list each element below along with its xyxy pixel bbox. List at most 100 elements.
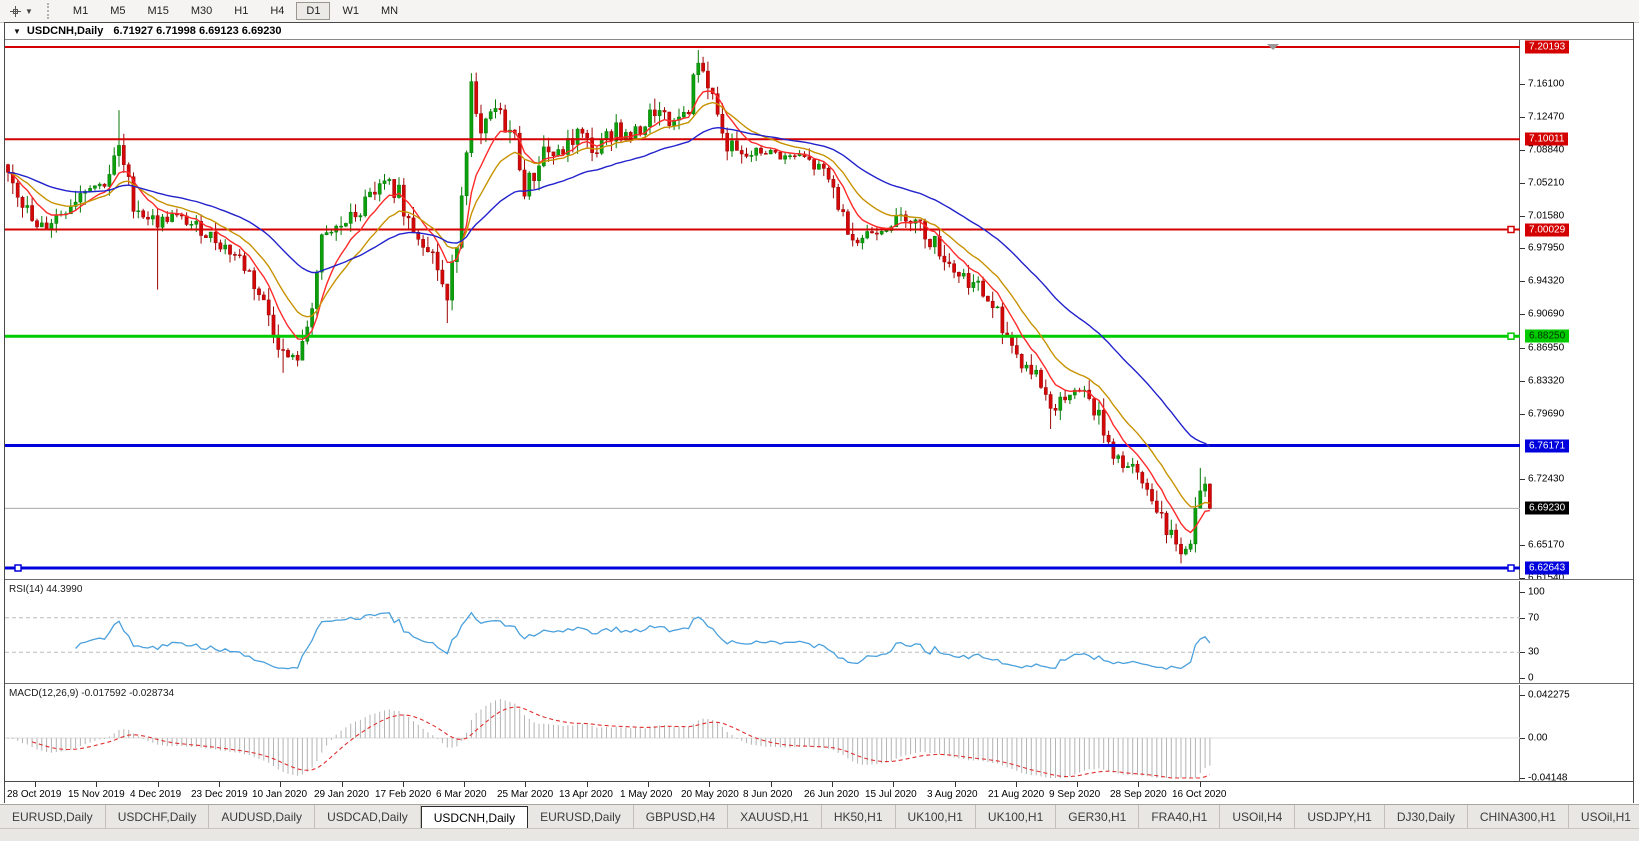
symbol-tab[interactable]: USDCHF,Daily xyxy=(106,805,210,829)
date-tick xyxy=(771,782,772,787)
date-tick xyxy=(464,782,465,787)
line-handle[interactable] xyxy=(1508,227,1514,233)
price-tick-label: 6.86950 xyxy=(1528,342,1564,353)
date-tick xyxy=(1016,782,1017,787)
date-label: 4 Dec 2019 xyxy=(130,789,181,800)
price-tick-label: 6.72430 xyxy=(1528,474,1564,485)
axis-tick xyxy=(1520,592,1525,593)
rsi-pane[interactable]: RSI(14) 44.3990 xyxy=(5,581,1520,683)
chart-title-bar[interactable]: ▼ USDCNH,Daily 6.71927 6.71998 6.69123 6… xyxy=(5,23,1633,40)
status-strip xyxy=(0,828,1639,841)
macd-indicator-label: MACD(12,26,9) -0.017592 -0.028734 xyxy=(9,688,174,699)
date-tick xyxy=(403,782,404,787)
date-label: 10 Jan 2020 xyxy=(252,789,307,800)
symbol-tab[interactable]: HK50,H1 xyxy=(822,805,896,829)
top-toolbar: ▼ M1M5M15M30H1H4D1W1MN xyxy=(0,0,1639,23)
axis-tick xyxy=(1520,778,1525,779)
macd-pane[interactable]: MACD(12,26,9) -0.017592 -0.028734 xyxy=(5,685,1520,781)
symbol-tab[interactable]: GBPUSD,H4 xyxy=(634,805,728,829)
symbol-tab[interactable]: EURUSD,Daily xyxy=(528,805,634,829)
macd-axis: 0.0422750.00-0.04148 xyxy=(1520,685,1633,781)
date-tick xyxy=(525,782,526,787)
symbol-tab[interactable]: USOil,H1 xyxy=(1569,805,1639,829)
symbol-tab[interactable]: AUDUSD,Daily xyxy=(209,805,315,829)
price-level-label: 7.00029 xyxy=(1525,223,1569,236)
rsi-tick-label: 100 xyxy=(1528,587,1545,598)
date-tick xyxy=(587,782,588,787)
tf-button-W1[interactable]: W1 xyxy=(332,2,369,20)
tf-button-MN[interactable]: MN xyxy=(371,2,408,20)
symbol-tab[interactable]: CHINA300,H1 xyxy=(1468,805,1569,829)
date-label: 17 Feb 2020 xyxy=(375,789,431,800)
tf-button-D1[interactable]: D1 xyxy=(296,2,330,20)
macd-chart-svg xyxy=(5,685,1520,781)
price-tick-label: 7.16100 xyxy=(1528,79,1564,90)
axis-tick xyxy=(1520,281,1525,282)
symbol-tab[interactable]: XAUUSD,H1 xyxy=(728,805,822,829)
toolbar-grip[interactable] xyxy=(47,3,54,19)
symbol-tab[interactable]: UK100,H1 xyxy=(896,805,976,829)
macd-tick-label: 0.00 xyxy=(1528,733,1547,744)
timeframe-buttons: M1M5M15M30H1H4D1W1MN xyxy=(62,2,409,20)
current-price-label: 6.69230 xyxy=(1525,502,1569,515)
date-label: 25 Mar 2020 xyxy=(497,789,553,800)
axis-tick xyxy=(1520,381,1525,382)
date-label: 16 Oct 2020 xyxy=(1172,789,1226,800)
symbol-tab[interactable]: FRA40,H1 xyxy=(1139,805,1220,829)
date-label: 23 Dec 2019 xyxy=(191,789,248,800)
symbol-tab[interactable]: USDCAD,Daily xyxy=(315,805,421,829)
price-tick-label: 6.97950 xyxy=(1528,243,1564,254)
chart-tools-button[interactable]: ▼ xyxy=(4,2,37,21)
tf-button-H1[interactable]: H1 xyxy=(224,2,258,20)
axis-tick xyxy=(1520,150,1525,151)
line-handle[interactable] xyxy=(1508,333,1514,339)
moving-average-line xyxy=(8,128,1210,447)
axis-tick xyxy=(1520,414,1525,415)
date-label: 6 Mar 2020 xyxy=(436,789,487,800)
price-axis: 7.161007.124707.088407.052107.015806.979… xyxy=(1520,40,1633,579)
price-chart-svg[interactable] xyxy=(5,40,1520,579)
date-tick xyxy=(832,782,833,787)
price-level-label: 7.20193 xyxy=(1525,41,1569,54)
date-label: 1 May 2020 xyxy=(620,789,672,800)
date-tick xyxy=(342,782,343,787)
date-tick xyxy=(1077,782,1078,787)
tf-button-H4[interactable]: H4 xyxy=(260,2,294,20)
rsi-axis: 10070300 xyxy=(1520,581,1633,683)
line-handle[interactable] xyxy=(15,565,21,571)
macd-tick-label: 0.042275 xyxy=(1528,690,1570,701)
tf-button-M1[interactable]: M1 xyxy=(63,2,98,20)
date-tick xyxy=(1200,782,1201,787)
date-tick xyxy=(1138,782,1139,787)
rsi-tick-label: 30 xyxy=(1528,647,1539,658)
date-label: 9 Sep 2020 xyxy=(1049,789,1100,800)
symbol-tab[interactable]: DJ30,Daily xyxy=(1385,805,1468,829)
price-pane[interactable] xyxy=(5,40,1520,579)
tf-button-M5[interactable]: M5 xyxy=(100,2,135,20)
tf-button-M15[interactable]: M15 xyxy=(137,2,178,20)
tf-button-M30[interactable]: M30 xyxy=(181,2,222,20)
symbol-tab[interactable]: EURUSD,Daily xyxy=(0,805,106,829)
date-tick xyxy=(709,782,710,787)
symbol-tab[interactable]: GER30,H1 xyxy=(1056,805,1139,829)
price-tick-label: 6.83320 xyxy=(1528,375,1564,386)
symbol-tab-active[interactable]: USDCNH,Daily xyxy=(421,806,528,829)
axis-tick xyxy=(1520,117,1525,118)
price-tick-label: 6.90690 xyxy=(1528,309,1564,320)
date-label: 3 Aug 2020 xyxy=(927,789,978,800)
date-tick xyxy=(648,782,649,787)
price-tick-label: 7.05210 xyxy=(1528,177,1564,188)
line-handle[interactable] xyxy=(1508,565,1514,571)
symbol-tab[interactable]: USDJPY,H1 xyxy=(1295,805,1384,829)
price-tick-label: 7.01580 xyxy=(1528,210,1564,221)
rsi-indicator-label: RSI(14) 44.3990 xyxy=(9,584,82,595)
date-label: 28 Sep 2020 xyxy=(1110,789,1167,800)
macd-signal-line xyxy=(32,707,1210,778)
date-label: 20 May 2020 xyxy=(681,789,739,800)
collapse-triangle-icon[interactable]: ▼ xyxy=(13,27,21,36)
date-label: 29 Jan 2020 xyxy=(314,789,369,800)
symbol-tab[interactable]: UK100,H1 xyxy=(976,805,1056,829)
date-tick xyxy=(280,782,281,787)
symbol-tab[interactable]: USOil,H4 xyxy=(1220,805,1295,829)
price-level-label: 7.10011 xyxy=(1525,133,1568,146)
